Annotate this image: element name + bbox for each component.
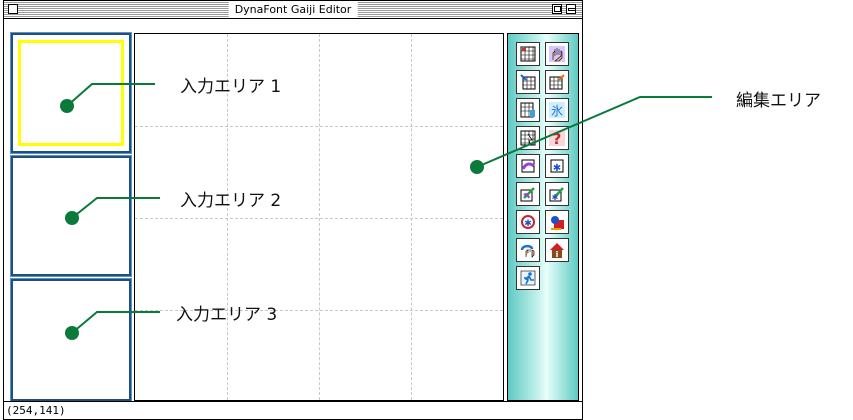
callout-label-edit-area: 編集エリア: [736, 91, 821, 111]
callout-label-input-2: 入力エリア 2: [180, 191, 282, 211]
callout-line-3: [71, 311, 160, 334]
callout-dot-3: [65, 326, 79, 340]
callout-lines: [66, 83, 712, 334]
callout-line-edit: [476, 96, 712, 168]
callout-dot-2: [65, 211, 79, 225]
callout-line-1: [66, 83, 155, 107]
callout-dot-1: [60, 99, 74, 113]
callout-dot-edit: [470, 160, 484, 174]
callout-line-2: [71, 197, 160, 219]
callout-label-input-1: 入力エリア 1: [180, 77, 282, 97]
callout-label-input-3: 入力エリア 3: [176, 305, 278, 325]
